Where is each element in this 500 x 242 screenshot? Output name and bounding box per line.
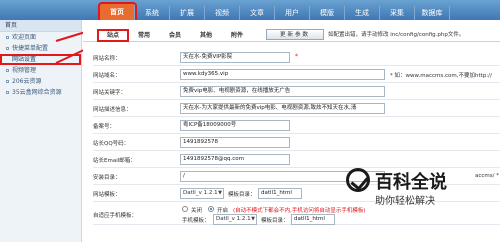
field-label: 安装目录： bbox=[93, 175, 121, 181]
form-row: 站长Email邮箱： 1491892578@qq.com bbox=[93, 152, 500, 168]
subtab-member[interactable]: 会员 bbox=[169, 29, 181, 42]
mobile-template-dir-input[interactable]: datll1_html bbox=[291, 214, 335, 225]
mobile-template-label: 手机模板： bbox=[182, 218, 210, 224]
sidebar-item-shortcut-menu[interactable]: 快捷菜单配置 bbox=[0, 43, 81, 54]
template-select[interactable]: Datll_v 1.2.1 ▼ bbox=[180, 188, 224, 199]
sidebar-item-label: 206云资源 bbox=[12, 78, 42, 85]
tab-extend[interactable]: 扩展 bbox=[170, 6, 205, 20]
config-hint: 如配置出错，请手动修改 inc/config/config.php文件。 bbox=[328, 32, 465, 38]
subtab-common[interactable]: 常用 bbox=[138, 29, 150, 42]
bullet-icon bbox=[6, 47, 9, 50]
tab-home[interactable]: 首页 bbox=[98, 2, 137, 22]
field-label: 网站关键字： bbox=[93, 90, 127, 96]
watermark-title: 百科全说 bbox=[375, 172, 447, 193]
settings-subtabs: 站点 常用 会员 其他 附件 更新参数 如配置出错，请手动修改 inc/conf… bbox=[83, 26, 500, 42]
sidebar: 首页 欢迎页面 快捷菜单配置 网站设置 视频管理 206云资源 35云盒网综合资… bbox=[0, 20, 82, 242]
mobile-off-radio[interactable] bbox=[182, 206, 188, 212]
sidebar-item-label: 欢迎页面 bbox=[12, 34, 37, 41]
template-select-value: Datll_v 1.2.1 bbox=[183, 190, 218, 196]
sidebar-item-label: 视频管理 bbox=[12, 67, 37, 74]
field-label: 自适应手机模板： bbox=[93, 213, 138, 219]
icp-input[interactable]: 粤ICP备18009000号 bbox=[180, 120, 290, 131]
field-label: 网站描述信息： bbox=[93, 107, 132, 113]
field-note: * 如：www.maccms.com,不要加http:// bbox=[390, 73, 492, 79]
watermark-logo-icon bbox=[346, 168, 370, 192]
watermark-subtitle: 助你轻松解决 bbox=[375, 196, 435, 207]
sidebar-item-label: 35云盒网综合资源 bbox=[12, 89, 62, 96]
tab-system[interactable]: 系统 bbox=[135, 6, 170, 20]
chevron-down-icon: ▼ bbox=[218, 190, 222, 196]
bullet-icon bbox=[6, 80, 9, 83]
mobile-on-radio[interactable] bbox=[208, 206, 214, 212]
form-row: 自适应手机模板： 关闭 开启 (自动不模式下都会不内,手机访问将自动显示手机模板… bbox=[93, 203, 500, 225]
update-params-button[interactable]: 更新参数 bbox=[266, 29, 324, 40]
sidebar-header: 首页 bbox=[0, 20, 81, 32]
radio-label: 关闭 bbox=[191, 208, 203, 214]
bullet-icon bbox=[6, 91, 9, 94]
template-dir-input[interactable]: datll1_html bbox=[258, 188, 302, 199]
radio-label: 开启 bbox=[217, 208, 229, 214]
mobile-template-select[interactable]: Datll_v 1.2.1 ▼ bbox=[213, 214, 257, 225]
form-row: 站长QQ号码： 1491892578 bbox=[93, 135, 500, 151]
required-mark: * bbox=[295, 53, 298, 60]
keywords-input[interactable]: 免费vip电影、电视剧资源，在线播放无广告 bbox=[180, 86, 385, 97]
email-input[interactable]: 1491892578@qq.com bbox=[180, 154, 290, 165]
sidebar-item-35-resource[interactable]: 35云盒网综合资源 bbox=[0, 87, 81, 98]
tab-collect[interactable]: 采集 bbox=[380, 6, 415, 20]
sidebar-item-video-manage[interactable]: 视频管理 bbox=[0, 65, 81, 76]
field-label: 站长QQ号码： bbox=[93, 141, 130, 147]
template-dir-label: 模板目录： bbox=[228, 192, 256, 198]
main-tabs: 首页 系统 扩展 视频 文章 用户 模版 生成 采集 数据库 bbox=[98, 2, 450, 22]
field-note: accms/ * bbox=[475, 173, 499, 179]
settings-panel: 站点 常用 会员 其他 附件 更新参数 如配置出错，请手动修改 inc/conf… bbox=[83, 20, 500, 242]
sidebar-item-label: 快捷菜单配置 bbox=[12, 45, 49, 52]
site-name-input[interactable]: 天在水-免费VIP影院 bbox=[180, 52, 290, 63]
form-row: 网站描述信息： 天在水-为大家提供最新的免费vip电影、电视剧资源,致炫不知天在… bbox=[93, 101, 500, 117]
top-nav-bar: 首页 系统 扩展 视频 文章 用户 模版 生成 采集 数据库 bbox=[0, 0, 500, 22]
form-row: 网站关键字： 免费vip电影、电视剧资源，在线播放无广告 bbox=[93, 84, 500, 100]
subtab-attachment[interactable]: 附件 bbox=[231, 29, 243, 42]
form-row: 网站名称： 天在水-免费VIP影院 * bbox=[93, 50, 500, 66]
tab-template[interactable]: 模版 bbox=[310, 6, 345, 20]
bullet-icon bbox=[6, 69, 9, 72]
form-row: 网站域名： www.kdy365.vip * 如：www.maccms.com,… bbox=[93, 67, 500, 83]
tab-database[interactable]: 数据库 bbox=[415, 6, 450, 20]
sidebar-item-206-resource[interactable]: 206云资源 bbox=[0, 76, 81, 87]
tab-user[interactable]: 用户 bbox=[275, 6, 310, 20]
chevron-down-icon: ▼ bbox=[251, 216, 255, 222]
sidebar-item-label: 网站设置 bbox=[12, 56, 37, 63]
tab-article[interactable]: 文章 bbox=[240, 6, 275, 20]
field-label: 网站名称： bbox=[93, 56, 121, 62]
mobile-warning: (自动不模式下都会不内,手机访问将自动显示手机模板) bbox=[233, 208, 366, 214]
qq-input[interactable]: 1491892578 bbox=[180, 137, 290, 148]
description-input[interactable]: 天在水-为大家提供最新的免费vip电影、电视剧资源,致炫不知天在水,淸 bbox=[180, 103, 385, 114]
mobile-template-dir-label: 模板目录： bbox=[261, 218, 289, 224]
field-label: 网站模板： bbox=[93, 192, 121, 198]
field-label: 网站域名： bbox=[93, 73, 121, 79]
form-row: 备案号： 粤ICP备18009000号 bbox=[93, 118, 500, 134]
tab-video[interactable]: 视频 bbox=[205, 6, 240, 20]
field-label: 站长Email邮箱： bbox=[93, 158, 136, 164]
mobile-template-select-value: Datll_v 1.2.1 bbox=[216, 216, 251, 222]
subtab-site[interactable]: 站点 bbox=[97, 29, 130, 42]
subtab-other[interactable]: 其他 bbox=[200, 29, 212, 42]
bullet-icon bbox=[6, 36, 9, 39]
tab-generate[interactable]: 生成 bbox=[345, 6, 380, 20]
field-label: 备案号： bbox=[93, 124, 116, 130]
site-domain-input[interactable]: www.kdy365.vip bbox=[180, 69, 385, 80]
